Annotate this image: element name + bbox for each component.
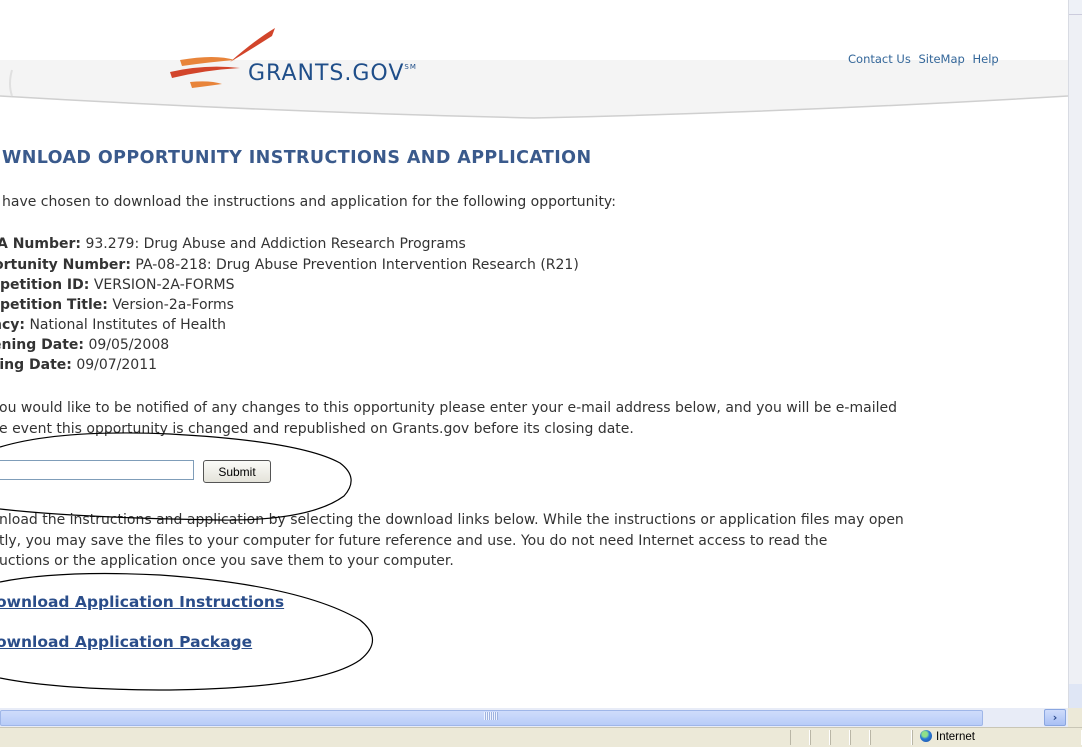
browser-viewport: GRANTS.GOVSM Contact Us SiteMap Help WNL… (0, 0, 1068, 708)
detail-value: Version-2a-Forms (112, 297, 234, 313)
logo-label: GRANTS.GOV (248, 61, 405, 86)
help-link[interactable]: Help (972, 52, 998, 66)
scroll-up-arrow-icon[interactable] (1069, 0, 1082, 15)
status-cell (850, 730, 870, 745)
scroll-down-arrow-icon[interactable] (1069, 684, 1082, 708)
detail-value: 09/05/2008 (88, 337, 170, 353)
submit-button[interactable]: Submit (203, 460, 271, 483)
detail-label: ening Date: (0, 337, 84, 353)
scroll-right-arrow-icon[interactable]: › (1044, 709, 1066, 726)
download-package-link[interactable]: ownload Application Package (0, 633, 252, 651)
site-header: GRANTS.GOVSM Contact Us SiteMap Help (0, 0, 1068, 130)
email-field[interactable] (0, 460, 194, 480)
status-cell (790, 730, 810, 745)
detail-label: A Number: (0, 236, 81, 252)
detail-competition-id: npetition ID: VERSION-2A-FORMS (0, 277, 235, 293)
detail-value: 93.279: Drug Abuse and Addiction Researc… (85, 236, 466, 252)
vertical-scrollbar[interactable] (1068, 0, 1082, 708)
notify-text-line2: e event this opportunity is changed and … (0, 421, 634, 437)
scrollbar-corner (1068, 708, 1082, 727)
horizontal-scrollbar[interactable]: › (0, 708, 1068, 727)
detail-closing-date: sing Date: 09/07/2011 (0, 357, 157, 373)
contact-us-link[interactable]: Contact Us (848, 52, 911, 66)
detail-label: ncy: (0, 317, 25, 333)
scroll-grip-icon (484, 712, 498, 720)
detail-label: ortunity Number: (0, 257, 131, 273)
detail-value: 09/07/2011 (76, 357, 158, 373)
detail-opening-date: ening Date: 09/05/2008 (0, 337, 169, 353)
download-instructions-link[interactable]: ownload Application Instructions (0, 593, 284, 611)
detail-cfda: A Number: 93.279: Drug Abuse and Addicti… (0, 236, 466, 252)
site-logo-text[interactable]: GRANTS.GOVSM (248, 61, 417, 86)
service-mark: SM (404, 63, 417, 71)
download-text-line1: nload the instructions and application b… (0, 512, 904, 528)
zone-label: Internet (936, 731, 975, 743)
notify-text-line1: ou would like to be notified of any chan… (0, 400, 897, 416)
page-title: WNLOAD OPPORTUNITY INSTRUCTIONS AND APPL… (2, 148, 592, 168)
detail-label: npetition ID: (0, 277, 90, 293)
detail-value: PA-08-218: Drug Abuse Prevention Interve… (135, 257, 579, 273)
sitemap-link[interactable]: SiteMap (918, 52, 964, 66)
status-cell (810, 730, 830, 745)
status-cell (870, 730, 912, 745)
status-cell (830, 730, 850, 745)
detail-label: sing Date: (0, 357, 72, 373)
status-bar: Internet (0, 727, 1082, 747)
internet-globe-icon (920, 730, 932, 742)
detail-value: VERSION-2A-FORMS (93, 277, 235, 293)
detail-opportunity-number: ortunity Number: PA-08-218: Drug Abuse P… (0, 257, 579, 273)
security-zone: Internet (920, 730, 975, 743)
annotation-circle-downloads (0, 572, 374, 691)
intro-text: have chosen to download the instructions… (2, 194, 616, 210)
detail-competition-title: npetition Title: Version-2a-Forms (0, 297, 234, 313)
download-text-line3: uctions or the application once you save… (0, 553, 454, 569)
detail-value: National Institutes of Health (29, 317, 227, 333)
download-text-line2: tly, you may save the files to your comp… (0, 533, 828, 549)
detail-label: npetition Title: (0, 297, 108, 313)
top-links: Contact Us SiteMap Help (848, 52, 1003, 66)
detail-agency: ncy: National Institutes of Health (0, 317, 226, 333)
